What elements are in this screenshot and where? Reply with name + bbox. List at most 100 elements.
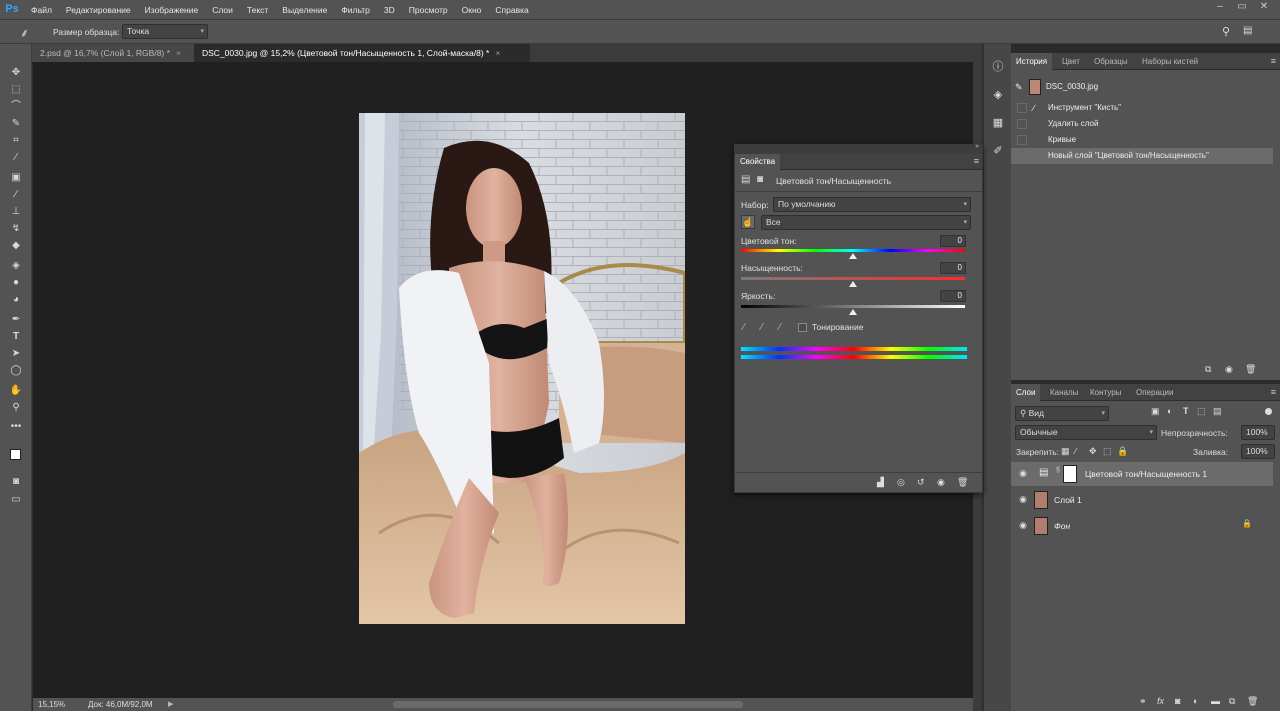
panel-menu-icon[interactable]: ≡ xyxy=(1271,56,1276,66)
type-tool-icon[interactable]: T xyxy=(6,328,26,345)
visibility-eye-icon[interactable]: ◉ xyxy=(1017,468,1029,479)
search-icon[interactable]: ⚲ xyxy=(1222,25,1230,38)
history-brush-source-icon[interactable]: ✎ xyxy=(1015,76,1023,98)
panel-menu-icon[interactable]: ≡ xyxy=(1271,387,1276,397)
lock-all-icon[interactable]: 🔒 xyxy=(1117,446,1128,457)
menu-file[interactable]: Файл xyxy=(24,5,59,15)
camera-icon[interactable]: ◉ xyxy=(1225,364,1233,375)
fill-input[interactable]: 100% xyxy=(1241,444,1275,459)
tab-layers[interactable]: Слои xyxy=(1011,384,1041,401)
eyedropper-plus-icon[interactable]: ⁄ xyxy=(761,322,763,333)
lasso-tool-icon[interactable]: ⌒ xyxy=(6,98,26,115)
more-tools-icon[interactable]: ••• xyxy=(6,418,26,435)
history-brush-icon[interactable]: ↯ xyxy=(6,220,26,237)
tab-actions[interactable]: Операции xyxy=(1131,384,1178,401)
sample-size-select[interactable]: Точка ▾ xyxy=(122,24,208,39)
eyedropper-minus-icon[interactable]: ⁄ xyxy=(779,322,781,333)
panel-drag-bar[interactable]: » xyxy=(735,143,982,154)
tab-brush-presets[interactable]: Наборы кистей xyxy=(1137,53,1203,70)
zoom-tool-icon[interactable]: ⚲ xyxy=(6,399,26,416)
healing-brush-icon[interactable]: ▣ xyxy=(6,169,26,186)
status-arrow-icon[interactable]: ▶ xyxy=(168,700,173,708)
fx-icon[interactable]: fx xyxy=(1157,696,1164,706)
layer-mask-thumbnail[interactable] xyxy=(1063,465,1077,483)
zoom-level[interactable]: 15,15% xyxy=(38,700,65,709)
view-previous-state-icon[interactable]: ◎ xyxy=(897,477,905,488)
layer-row-hue-saturation[interactable]: ◉ ▤ § Цветовой тон/Насыщенность 1 xyxy=(1011,462,1273,486)
minimize-icon[interactable]: – xyxy=(1210,1,1230,12)
tab-swatches[interactable]: Образцы xyxy=(1089,53,1133,70)
menu-select[interactable]: Выделение xyxy=(275,5,334,15)
opacity-input[interactable]: 100% xyxy=(1241,425,1275,440)
tab-channels[interactable]: Каналы xyxy=(1045,384,1083,401)
close-icon[interactable]: ✕ xyxy=(1254,1,1274,12)
visibility-eye-icon[interactable]: ◉ xyxy=(1017,520,1029,531)
quick-mask-icon[interactable]: ◙ xyxy=(6,473,26,490)
channel-select[interactable]: Все ▾ xyxy=(761,215,971,230)
saturation-slider-thumb[interactable] xyxy=(849,281,857,287)
screen-mode-icon[interactable]: ▭ xyxy=(6,491,26,508)
lightness-input[interactable]: 0 xyxy=(940,290,966,302)
menu-filter[interactable]: Фильтр xyxy=(334,5,377,15)
brush-tool-icon[interactable]: ∕ xyxy=(6,186,26,203)
blur-tool-icon[interactable]: ● xyxy=(6,274,26,291)
group-folder-icon[interactable]: ▬ xyxy=(1211,696,1220,706)
lightness-slider-thumb[interactable] xyxy=(849,309,857,315)
hand-tool-icon[interactable]: ✋ xyxy=(6,382,26,399)
targeted-adjustment-hand-icon[interactable]: ☝ xyxy=(741,215,755,229)
tab-properties[interactable]: Свойства xyxy=(735,154,781,170)
hue-input[interactable]: 0 xyxy=(940,235,966,247)
filter-pixel-icon[interactable]: ▣ xyxy=(1151,406,1160,417)
saturation-input[interactable]: 0 xyxy=(940,262,966,274)
menu-image[interactable]: Изображение xyxy=(138,5,206,15)
menu-type[interactable]: Текст xyxy=(240,5,275,15)
dodge-tool-icon[interactable]: ◕ xyxy=(6,291,26,308)
horizontal-scrollbar[interactable] xyxy=(393,701,743,708)
eraser-tool-icon[interactable]: ◆ xyxy=(6,237,26,254)
trash-icon[interactable]: 🗑 xyxy=(1245,364,1256,375)
menu-edit[interactable]: Редактирование xyxy=(59,5,138,15)
new-layer-icon[interactable]: ⧉ xyxy=(1229,696,1235,707)
menu-window[interactable]: Окно xyxy=(455,5,489,15)
adjustment-icon[interactable]: ◐ xyxy=(1193,696,1198,706)
maximize-icon[interactable]: ▭ xyxy=(1232,1,1252,12)
history-item[interactable]: ∕ Инструмент "Кисть" xyxy=(1011,100,1273,116)
filter-smart-object-icon[interactable]: ▤ xyxy=(1213,406,1222,417)
quick-select-tool-icon[interactable]: ✎ xyxy=(6,115,26,132)
reset-icon[interactable]: ↺ xyxy=(917,477,925,488)
clone-stamp-icon[interactable]: ⊥ xyxy=(6,203,26,220)
history-item[interactable]: Удалить слой xyxy=(1011,116,1273,132)
preset-select[interactable]: По умолчанию ▾ xyxy=(773,197,971,212)
eyedropper-icon[interactable]: ⁄ xyxy=(743,322,745,333)
add-mask-icon[interactable]: ◙ xyxy=(1175,696,1180,706)
tab-history[interactable]: История xyxy=(1011,53,1053,70)
menu-view[interactable]: Просмотр xyxy=(402,5,455,15)
toggle-visibility-eye-icon[interactable]: ◉ xyxy=(937,477,945,488)
mask-icon[interactable]: ◙ xyxy=(757,174,763,185)
history-item[interactable]: Кривые xyxy=(1011,132,1273,148)
layer-row-background[interactable]: ◉ Фон 🔒 xyxy=(1011,514,1273,538)
trash-icon[interactable]: 🗑 xyxy=(957,477,968,488)
collapse-icon[interactable]: » xyxy=(975,143,979,150)
document-image[interactable] xyxy=(359,113,685,624)
link-layers-icon[interactable]: ⚭ xyxy=(1139,696,1147,707)
eyedropper-icon[interactable]: ⁄ xyxy=(6,149,26,166)
pen-tool-icon[interactable]: ✒ xyxy=(6,311,26,328)
crop-tool-icon[interactable]: ⌗ xyxy=(6,132,26,149)
chain-link-icon[interactable]: § xyxy=(1056,467,1060,474)
tab-color[interactable]: Цвет xyxy=(1057,53,1085,70)
paint-bucket-icon[interactable]: ◈ xyxy=(6,257,26,274)
marquee-tool-icon[interactable]: ⬚ xyxy=(6,81,26,98)
tab-paths[interactable]: Контуры xyxy=(1085,384,1126,401)
ellipse-tool-icon[interactable]: ◯ xyxy=(6,362,26,379)
path-select-icon[interactable]: ➤ xyxy=(6,345,26,362)
filter-toggle-icon[interactable] xyxy=(1265,408,1272,415)
hue-slider-track[interactable] xyxy=(741,249,965,252)
close-icon[interactable]: × xyxy=(495,48,500,58)
history-item-selected[interactable]: Новый слой "Цветовой тон/Насыщенность" xyxy=(1011,148,1273,164)
layer-filter-select[interactable]: ⚲ Вид ▾ xyxy=(1015,406,1109,421)
clip-to-layer-icon[interactable]: ▟ xyxy=(877,477,884,488)
filter-adjustment-icon[interactable]: ◐ xyxy=(1167,406,1172,416)
brush-presets-icon[interactable]: ✐ xyxy=(989,142,1007,160)
blend-mode-select[interactable]: Обычные ▾ xyxy=(1015,425,1157,440)
